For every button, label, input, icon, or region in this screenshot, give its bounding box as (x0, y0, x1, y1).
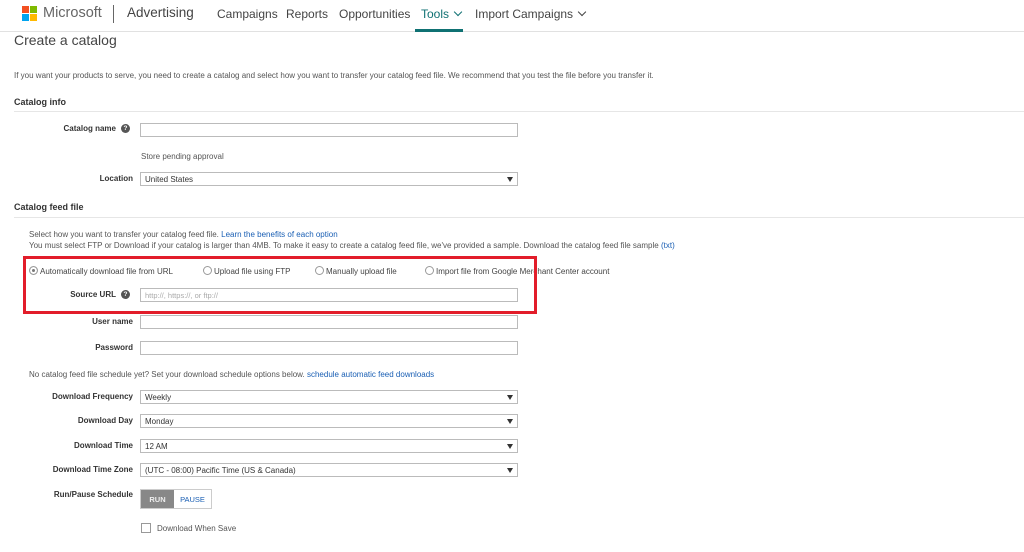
download-time-label: Download Time (74, 441, 133, 450)
username-label: User name (92, 317, 133, 326)
page-title: Create a catalog (14, 32, 117, 48)
highlight-box (23, 256, 537, 314)
brand-divider (113, 5, 114, 23)
page-intro: If you want your products to serve, you … (14, 71, 654, 80)
nav-reports[interactable]: Reports (286, 7, 328, 21)
nav-tools[interactable]: Tools (421, 7, 463, 21)
download-timezone-label: Download Time Zone (52, 465, 133, 474)
location-select[interactable]: United States (140, 172, 518, 186)
catalog-name-input[interactable] (140, 123, 518, 137)
download-frequency-label: Download Frequency (52, 392, 133, 401)
chevron-down-icon (453, 7, 463, 17)
active-tab-indicator (415, 29, 463, 32)
dropdown-arrow-icon (507, 468, 513, 473)
pause-button[interactable]: PAUSE (174, 490, 211, 508)
download-frequency-select[interactable]: Weekly (140, 390, 518, 404)
nav-campaigns[interactable]: Campaigns (217, 7, 278, 21)
download-day-label: Download Day (77, 416, 133, 425)
schedule-hint: No catalog feed file schedule yet? Set y… (29, 370, 435, 379)
brand-name: Microsoft (43, 5, 102, 21)
dropdown-arrow-icon (507, 177, 513, 182)
dropdown-arrow-icon (507, 419, 513, 424)
help-icon[interactable]: ? (121, 124, 130, 134)
download-time-select[interactable]: 12 AM (140, 439, 518, 453)
nav-opportunities[interactable]: Opportunities (339, 7, 410, 21)
run-button[interactable]: RUN (141, 490, 174, 508)
microsoft-logo-icon (22, 6, 38, 22)
run-pause-toggle: RUN PAUSE (140, 489, 212, 509)
run-pause-label: Run/Pause Schedule (53, 490, 133, 499)
chevron-down-icon (577, 7, 587, 17)
feed-description-1: Select how you want to transfer your cat… (29, 230, 338, 239)
dropdown-arrow-icon (507, 395, 513, 400)
download-when-save-checkbox[interactable] (141, 523, 151, 533)
password-label: Password (95, 343, 133, 352)
location-label: Location (99, 174, 133, 183)
section-divider (14, 111, 1024, 112)
top-nav: Microsoft Advertising Campaigns Reports … (0, 0, 1024, 32)
learn-benefits-link[interactable]: Learn the benefits of each option (221, 230, 338, 239)
product-name[interactable]: Advertising (127, 5, 194, 20)
sample-file-link[interactable]: (txt) (661, 241, 675, 250)
section-catalog-info: Catalog info (14, 97, 66, 107)
download-when-save-label: Download When Save (157, 524, 237, 533)
download-timezone-select[interactable]: (UTC - 08:00) Pacific Time (US & Canada) (140, 463, 518, 477)
section-catalog-feed: Catalog feed file (14, 202, 84, 212)
password-input[interactable] (140, 341, 518, 355)
nav-import-campaigns[interactable]: Import Campaigns (475, 7, 587, 21)
feed-description-2: You must select FTP or Download if your … (29, 241, 675, 250)
section-divider (14, 217, 1024, 218)
download-day-select[interactable]: Monday (140, 414, 518, 428)
store-status-text: Store pending approval (141, 152, 224, 161)
dropdown-arrow-icon (507, 444, 513, 449)
username-input[interactable] (140, 315, 518, 329)
schedule-downloads-link[interactable]: schedule automatic feed downloads (307, 370, 434, 379)
catalog-name-label: Catalog name? (64, 124, 130, 134)
